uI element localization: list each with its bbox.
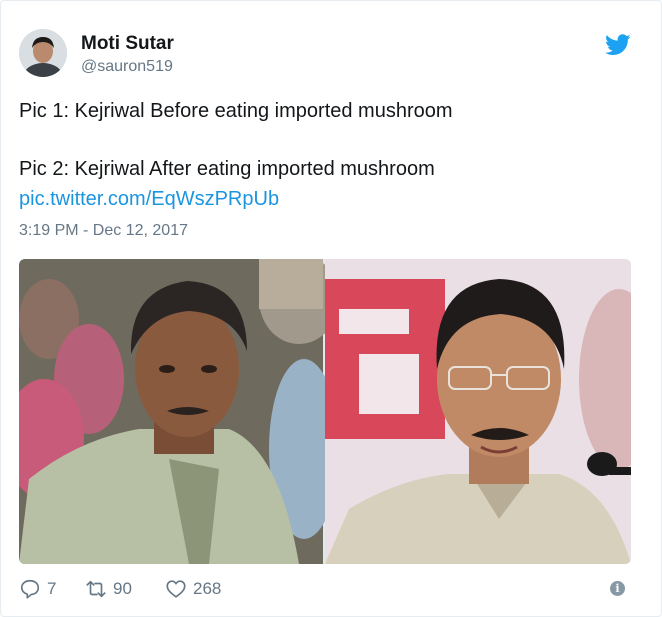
tweet-media-link[interactable]: pic.twitter.com/EqWszPRpUb: [19, 188, 279, 211]
photo-after[interactable]: [325, 259, 631, 564]
author-display-name[interactable]: Moti Sutar: [81, 33, 174, 55]
avatar[interactable]: [19, 29, 67, 77]
tweet-text-line-1: Pic 1: Kejriwal Before eating imported m…: [19, 100, 453, 122]
reply-button[interactable]: 7: [19, 576, 56, 602]
author-handle[interactable]: @sauron519: [81, 58, 173, 76]
photo-before[interactable]: [19, 259, 339, 564]
like-count: 268: [193, 579, 222, 598]
reply-count: 7: [47, 579, 57, 598]
twitter-bird-icon[interactable]: [605, 34, 631, 56]
info-icon[interactable]: i: [610, 581, 625, 596]
retweet-count: 90: [113, 579, 132, 598]
retweet-button[interactable]: 90: [85, 576, 132, 602]
retweet-icon: [86, 580, 106, 598]
tweet-text-line-2: Pic 2: Kejriwal After eating imported mu…: [19, 158, 435, 180]
tweet-media[interactable]: [19, 259, 631, 564]
tweet-card: Moti Sutar @sauron519 Pic 1: Kejriwal Be…: [0, 0, 662, 617]
tweet-timestamp[interactable]: 3:19 PM - Dec 12, 2017: [19, 222, 188, 240]
like-button[interactable]: 268: [165, 576, 221, 602]
reply-icon: [20, 579, 40, 599]
like-icon: [166, 580, 186, 598]
tweet-actions: 7 90 268: [19, 576, 639, 602]
